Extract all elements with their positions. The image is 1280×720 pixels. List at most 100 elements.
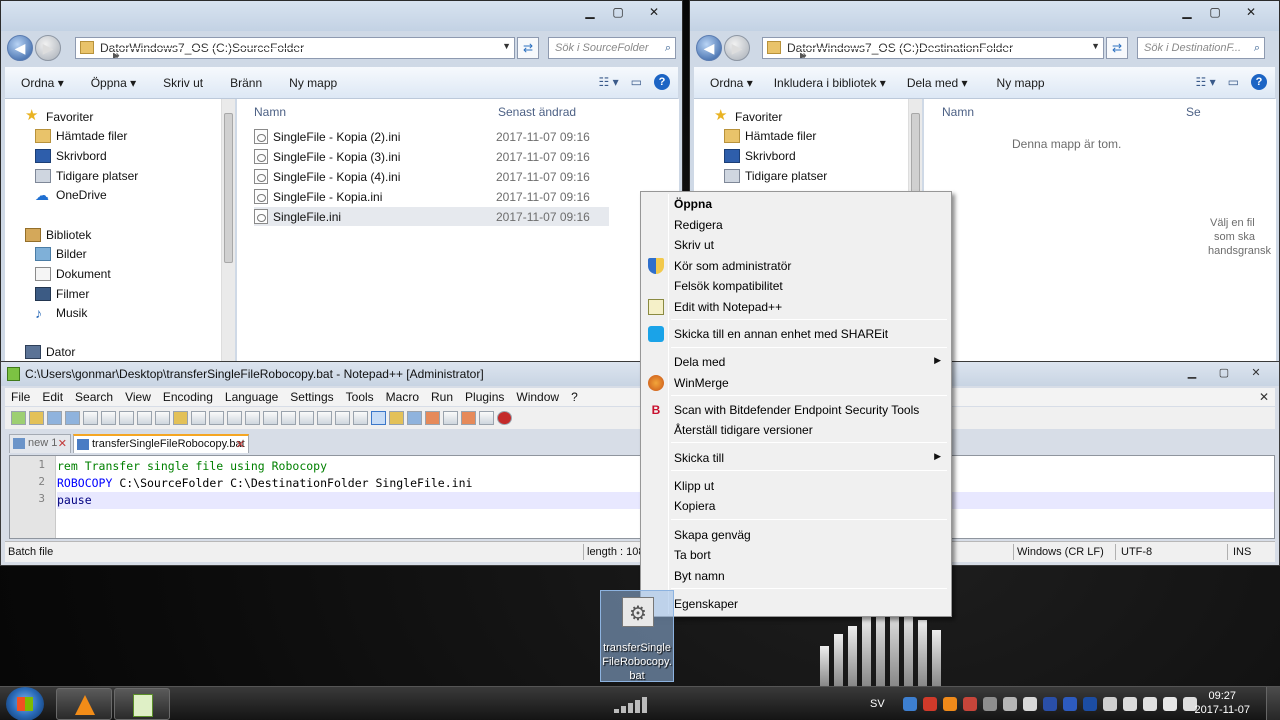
preview-pane-icon[interactable]: ▭	[1228, 75, 1239, 89]
column-header-name[interactable]: Namn	[254, 105, 286, 119]
menu-item-copy[interactable]: Kopiera	[643, 496, 949, 516]
close-all-icon[interactable]	[101, 411, 116, 425]
menu-item-share-with[interactable]: Dela med ▶	[643, 352, 949, 372]
help-icon[interactable]: ?	[654, 74, 670, 90]
nav-downloads[interactable]: Hämtade filer	[724, 129, 816, 143]
print-icon[interactable]	[119, 411, 134, 425]
nav-libraries[interactable]: Bibliotek	[25, 228, 91, 242]
chevron-down-icon[interactable]: ▼	[502, 41, 511, 51]
organize-button[interactable]: Ordna ▾	[694, 76, 762, 90]
view-options-icon[interactable]: ☷ ▾	[1196, 75, 1216, 89]
user-language-icon[interactable]	[389, 411, 404, 425]
menu-item-print[interactable]: Skriv ut	[643, 235, 949, 255]
menu-edit[interactable]: Edit	[36, 390, 69, 404]
refresh-button[interactable]: ⇄	[517, 37, 539, 59]
paste-icon[interactable]	[173, 411, 188, 425]
menu-window[interactable]: Window	[510, 390, 565, 404]
new-file-icon[interactable]	[11, 411, 26, 425]
menu-item-shareit[interactable]: Skicka till en annan enhet med SHAREit	[643, 324, 949, 344]
menu-item-cut[interactable]: Klipp ut	[643, 476, 949, 496]
back-button[interactable]: ◀	[7, 35, 33, 61]
word-wrap-icon[interactable]	[335, 411, 350, 425]
nav-downloads[interactable]: Hämtade filer	[35, 129, 127, 143]
forward-button[interactable]: ▶	[35, 35, 61, 61]
menu-plugins[interactable]: Plugins	[459, 390, 510, 404]
file-row[interactable]: SingleFile - Kopia (2).ini 2017-11-07 09:…	[254, 127, 609, 146]
menu-help[interactable]: ?	[565, 390, 584, 404]
cut-icon[interactable]	[137, 411, 152, 425]
menu-item-edit[interactable]: Redigera	[643, 215, 949, 235]
open-file-icon[interactable]	[29, 411, 44, 425]
menu-item-bitdefender-scan[interactable]: B Scan with Bitdefender Endpoint Security…	[643, 400, 949, 420]
tray-app-icon[interactable]	[1042, 697, 1057, 711]
menu-item-rename[interactable]: Byt namn	[643, 566, 949, 586]
menu-item-send-to[interactable]: Skicka till ▶	[643, 448, 949, 468]
redo-icon[interactable]	[209, 411, 224, 425]
nav-desktop[interactable]: Skrivbord	[724, 149, 796, 163]
menu-tools[interactable]: Tools	[340, 390, 380, 404]
clock[interactable]: 09:27 2017-11-07	[1195, 689, 1250, 717]
menu-item-properties[interactable]: Egenskaper	[643, 594, 949, 614]
close-document-icon[interactable]: ✕	[1259, 390, 1269, 404]
close-file-icon[interactable]	[83, 411, 98, 425]
tray-app-icon[interactable]	[982, 697, 997, 711]
address-bar[interactable]: » Dator ▸ Windows7_OS (C:) ▸ SourceFolde…	[75, 37, 515, 59]
organize-button[interactable]: Ordna ▾	[5, 76, 73, 90]
nav-documents[interactable]: Dokument	[35, 267, 111, 281]
menu-settings[interactable]: Settings	[284, 390, 339, 404]
sync-vertical-icon[interactable]	[299, 411, 314, 425]
column-header-modified[interactable]: Se	[1186, 105, 1201, 119]
column-header-modified[interactable]: Senast ändrad	[498, 105, 576, 119]
menu-language[interactable]: Language	[219, 390, 284, 404]
action-center-icon[interactable]	[1142, 697, 1157, 711]
menu-encoding[interactable]: Encoding	[157, 390, 219, 404]
close-button[interactable]: ✕	[1229, 2, 1273, 22]
maximize-button[interactable]: ▢	[604, 2, 632, 22]
menu-item-create-shortcut[interactable]: Skapa genväg	[643, 525, 949, 545]
tab-new-1[interactable]: new 1 ✕	[9, 434, 71, 453]
tray-app-icon[interactable]	[1102, 697, 1117, 711]
tray-app-icon[interactable]	[1002, 697, 1017, 711]
nav-music[interactable]: ♪ Musik	[35, 306, 87, 320]
back-button[interactable]: ◀	[696, 35, 722, 61]
new-folder-button[interactable]: Ny mapp	[977, 76, 1054, 90]
nav-favorites[interactable]: ★ Favoriter	[25, 108, 93, 125]
open-button[interactable]: Öppna ▾	[73, 76, 145, 90]
file-row[interactable]: SingleFile - Kopia (3).ini 2017-11-07 09:…	[254, 147, 609, 166]
preview-pane-icon[interactable]: ▭	[631, 75, 642, 89]
address-bar[interactable]: » Dator ▸ Windows7_OS (C:) ▸ Destination…	[762, 37, 1104, 59]
menu-macro[interactable]: Macro	[380, 390, 425, 404]
tray-app-icon[interactable]	[1122, 697, 1137, 711]
print-button[interactable]: Skriv ut	[145, 76, 212, 90]
menu-search[interactable]: Search	[69, 390, 119, 404]
indent-guide-icon[interactable]	[371, 411, 386, 425]
tray-app-icon[interactable]	[902, 697, 917, 711]
taskbar-vlc-button[interactable]	[56, 688, 112, 720]
find-icon[interactable]	[227, 411, 242, 425]
search-input[interactable]: Sök i DestinationF... ⌕	[1137, 37, 1265, 59]
language-indicator[interactable]: SV	[870, 698, 885, 710]
menu-item-edit-with-notepad[interactable]: Edit with Notepad++	[643, 297, 949, 317]
nav-movies[interactable]: Filmer	[35, 287, 89, 301]
undo-icon[interactable]	[191, 411, 206, 425]
close-button[interactable]: ✕	[632, 2, 676, 22]
zoom-out-icon[interactable]	[281, 411, 296, 425]
menu-file[interactable]: File	[5, 390, 36, 404]
file-row[interactable]: SingleFile - Kopia (4).ini 2017-11-07 09:…	[254, 167, 609, 186]
menu-item-restore-previous-versions[interactable]: Återställ tidigare versioner	[643, 420, 949, 440]
menu-run[interactable]: Run	[425, 390, 459, 404]
new-folder-button[interactable]: Ny mapp	[271, 76, 346, 90]
burn-button[interactable]: Bränn	[212, 76, 271, 90]
column-header-name[interactable]: Namn	[942, 105, 974, 119]
forward-button[interactable]: ▶	[724, 35, 750, 61]
power-icon[interactable]	[1162, 697, 1177, 711]
window-titlebar[interactable]: ▁ ▢ ✕	[690, 1, 1279, 31]
show-all-characters-icon[interactable]	[353, 411, 368, 425]
include-in-library-button[interactable]: Inkludera i bibliotek ▾	[762, 76, 895, 90]
file-row[interactable]: SingleFile - Kopia.ini 2017-11-07 09:16	[254, 187, 609, 206]
document-map-icon[interactable]	[407, 411, 422, 425]
maximize-button[interactable]: ▢	[1211, 364, 1237, 382]
desktop-file-icon[interactable]: transferSingleFileRobocopy.bat	[600, 590, 674, 682]
menu-item-troubleshoot-compatibility[interactable]: Felsök kompatibilitet	[643, 276, 949, 296]
share-with-button[interactable]: Dela med ▾	[895, 76, 977, 90]
